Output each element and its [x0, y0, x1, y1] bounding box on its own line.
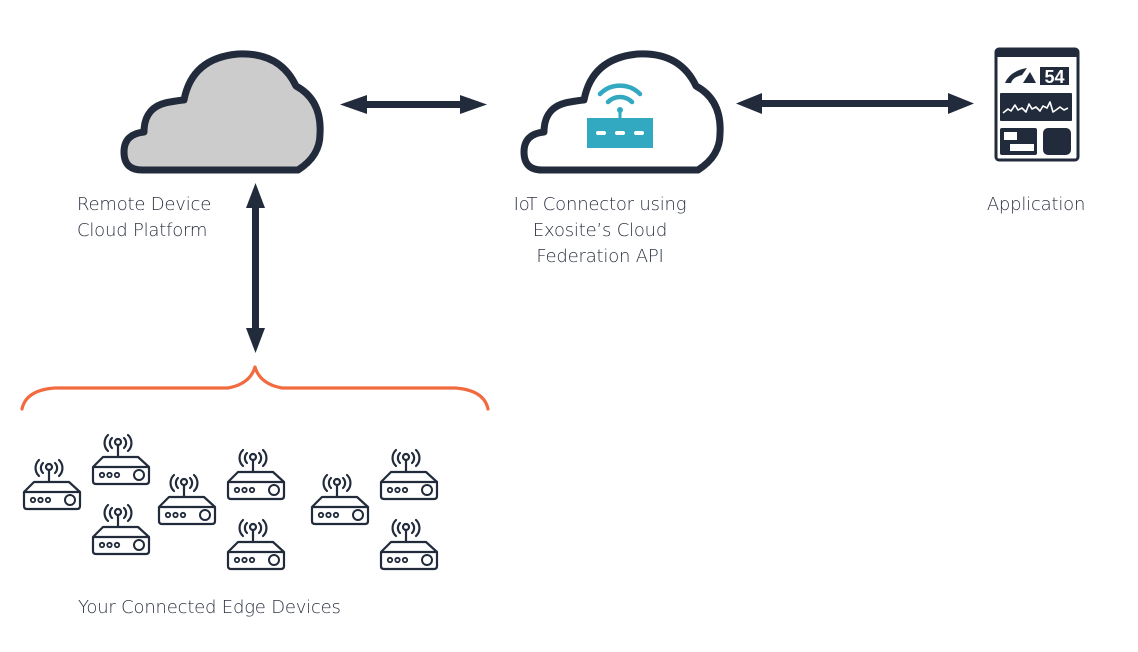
devices-grouping-brace [20, 365, 490, 411]
remote-platform-label-line-2: Cloud Platform [77, 220, 208, 241]
iot-connector-label-line-3: Federation API [536, 246, 664, 267]
edge-devices-group [22, 433, 439, 571]
edge-device-router-icon [310, 473, 370, 526]
remote-platform-label: Remote Device Cloud Platform [77, 192, 211, 244]
remote-platform-cloud-icon [124, 54, 320, 170]
edge-device-router-icon [22, 458, 82, 511]
edge-devices-label: Your Connected Edge Devices [78, 595, 341, 621]
gauge-value: 54 [1044, 67, 1064, 87]
iot-connector-label-line-1: IoT Connector using [513, 194, 687, 215]
arrow-platform-connector [340, 95, 487, 114]
edge-device-router-icon [226, 448, 286, 501]
arrow-connector-application [736, 93, 974, 114]
architecture-diagram: 54 [20, 47, 1080, 571]
edge-devices-label-line-1: Your Connected Edge Devices [78, 597, 341, 618]
application-dashboard-icon: 54 [994, 47, 1080, 162]
iot-connector-label: IoT Connector using Exosite’s Cloud Fede… [480, 192, 720, 270]
edge-device-router-icon [379, 448, 439, 501]
edge-device-router-icon [226, 518, 286, 571]
arrow-platform-edge-devices [246, 183, 265, 353]
remote-platform-label-line-1: Remote Device [77, 194, 212, 215]
edge-device-router-icon [157, 473, 217, 526]
edge-device-router-icon [91, 433, 151, 486]
application-label: Application [966, 192, 1106, 218]
application-label-line-1: Application [986, 194, 1086, 215]
edge-device-router-icon [91, 503, 151, 556]
edge-device-router-icon [379, 518, 439, 571]
iot-connector-label-line-2: Exosite’s Cloud [532, 220, 668, 241]
